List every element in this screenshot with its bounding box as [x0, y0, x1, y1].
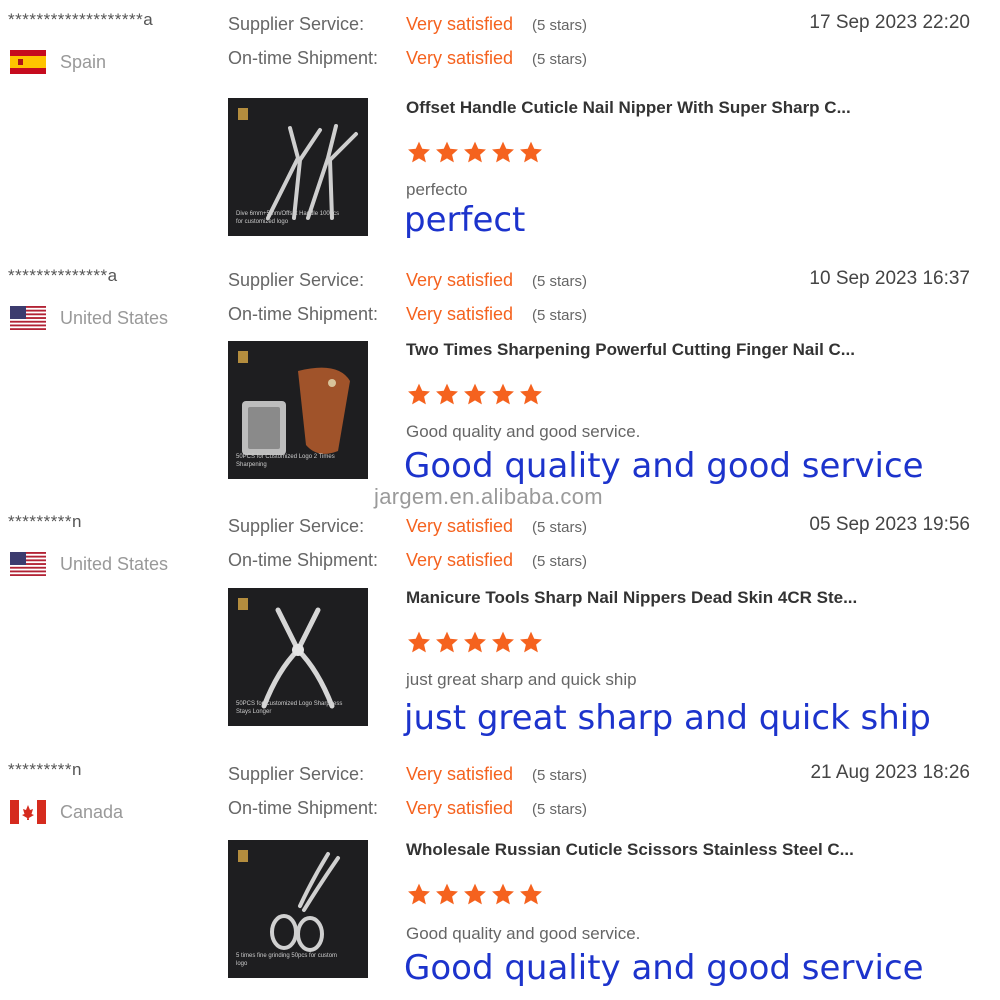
ontime-shipment-stars: (5 stars) [532, 553, 588, 570]
product-thumbnail[interactable]: 50PCS for Customized Logo 2 Times Sharpe… [228, 341, 368, 479]
product-title-link[interactable]: Two Times Sharpening Powerful Cutting Fi… [406, 340, 855, 360]
thumbnail-caption: Dive 6mm+5mm/Offset Handle 100pcs for cu… [236, 211, 340, 225]
supplier-service-value: Very satisfied [406, 516, 514, 536]
ontime-shipment-label: On-time Shipment: [228, 550, 379, 570]
star-icon [490, 382, 516, 407]
supplier-service-stars: (5 stars) [532, 17, 588, 34]
product-thumbnail[interactable]: Dive 6mm+5mm/Offset Handle 100pcs for cu… [228, 98, 368, 236]
supplier-service-label: Supplier Service: [228, 14, 365, 34]
us-flag-icon [10, 306, 46, 330]
product-title-link[interactable]: Wholesale Russian Cuticle Scissors Stain… [406, 840, 854, 860]
product-thumbnail[interactable]: 50PCS for Customized Logo Sharpness Stay… [228, 588, 368, 726]
supplier-service-stars: (5 stars) [532, 273, 588, 290]
star-icon [462, 382, 488, 407]
star-icon [434, 882, 460, 907]
review-translation: Good quality and good service [404, 948, 924, 988]
review-card: *********n Canada Supplier Service: Very… [0, 750, 1000, 1000]
star-icon [518, 382, 544, 407]
buyer-country: Spain [10, 50, 106, 74]
ontime-shipment-value: Very satisfied [406, 798, 514, 818]
country-name: Canada [60, 801, 124, 822]
buyer-name: *******************a [8, 10, 154, 29]
star-icon [518, 140, 544, 165]
ontime-shipment-value: Very satisfied [406, 48, 514, 68]
supplier-service-value: Very satisfied [406, 764, 514, 784]
thumbnail-caption: 50PCS for Customized Logo Sharpness Stay… [236, 701, 343, 715]
rating-stars [406, 882, 544, 907]
star-icon [462, 882, 488, 907]
ontime-shipment-value: Very satisfied [406, 304, 514, 324]
product-title-link[interactable]: Offset Handle Cuticle Nail Nipper With S… [406, 98, 851, 118]
review-card: **************a United States Supplier S… [0, 256, 1000, 506]
ontime-shipment-stars: (5 stars) [532, 801, 588, 818]
review-comment: Good quality and good service. [406, 924, 641, 943]
thumbnail-caption: 50PCS for Customized Logo 2 Times Sharpe… [236, 454, 335, 468]
brand-logo-icon [238, 351, 248, 363]
star-icon [434, 382, 460, 407]
buyer-country: United States [10, 552, 168, 576]
canada-flag-icon [10, 800, 46, 824]
review-comment: Good quality and good service. [406, 422, 641, 441]
supplier-service-label: Supplier Service: [228, 270, 365, 290]
ontime-shipment-stars: (5 stars) [532, 51, 588, 68]
brand-logo-icon [238, 850, 248, 862]
star-icon [406, 882, 432, 907]
country-name: Spain [60, 51, 107, 72]
star-icon [490, 630, 516, 655]
product-thumbnail[interactable]: 5 times fine grinding 50pcs for custom l… [228, 840, 368, 978]
country-name: United States [60, 307, 169, 328]
rating-stars [406, 140, 544, 165]
review-date: 10 Sep 2023 16:37 [809, 268, 970, 289]
supplier-service-stars: (5 stars) [532, 767, 588, 784]
star-icon [434, 140, 460, 165]
supplier-service-value: Very satisfied [406, 270, 514, 290]
star-icon [462, 630, 488, 655]
review-card: *********n United States Supplier Servic… [0, 502, 1000, 752]
star-icon [518, 630, 544, 655]
ontime-shipment-label: On-time Shipment: [228, 48, 379, 68]
star-icon [490, 140, 516, 165]
country-name: United States [60, 553, 169, 574]
review-date: 05 Sep 2023 19:56 [809, 514, 970, 535]
star-icon [406, 382, 432, 407]
star-icon [406, 140, 432, 165]
star-icon [434, 630, 460, 655]
review-date: 21 Aug 2023 18:26 [810, 762, 970, 783]
star-icon [490, 882, 516, 907]
review-date: 17 Sep 2023 22:20 [809, 12, 970, 33]
review-comment: just great sharp and quick ship [406, 670, 637, 689]
buyer-country: United States [10, 306, 168, 330]
rating-stars [406, 630, 544, 655]
ontime-shipment-stars: (5 stars) [532, 307, 588, 324]
review-translation: Good quality and good service [404, 446, 924, 486]
brand-logo-icon [238, 108, 248, 120]
review-card: *******************a Spain Supplier Serv… [0, 0, 1000, 250]
buyer-name: *********n [8, 512, 82, 531]
thumbnail-caption: 5 times fine grinding 50pcs for custom l… [236, 953, 338, 967]
product-title-link[interactable]: Manicure Tools Sharp Nail Nippers Dead S… [406, 588, 857, 608]
review-comment: perfecto [406, 180, 468, 199]
spain-flag-icon [10, 50, 46, 74]
us-flag-icon [10, 552, 46, 576]
review-translation: just great sharp and quick ship [404, 698, 931, 738]
star-icon [518, 882, 544, 907]
star-icon [462, 140, 488, 165]
ontime-shipment-label: On-time Shipment: [228, 304, 379, 324]
supplier-service-label: Supplier Service: [228, 516, 365, 536]
ontime-shipment-value: Very satisfied [406, 550, 514, 570]
supplier-service-stars: (5 stars) [532, 519, 588, 536]
buyer-name: **************a [8, 266, 118, 285]
ontime-shipment-label: On-time Shipment: [228, 798, 379, 818]
supplier-service-value: Very satisfied [406, 14, 514, 34]
review-translation: perfect [404, 200, 526, 240]
brand-logo-icon [238, 598, 248, 610]
star-icon [406, 630, 432, 655]
rating-stars [406, 382, 544, 407]
supplier-service-label: Supplier Service: [228, 764, 365, 784]
buyer-country: Canada [10, 800, 123, 824]
buyer-name: *********n [8, 760, 82, 779]
